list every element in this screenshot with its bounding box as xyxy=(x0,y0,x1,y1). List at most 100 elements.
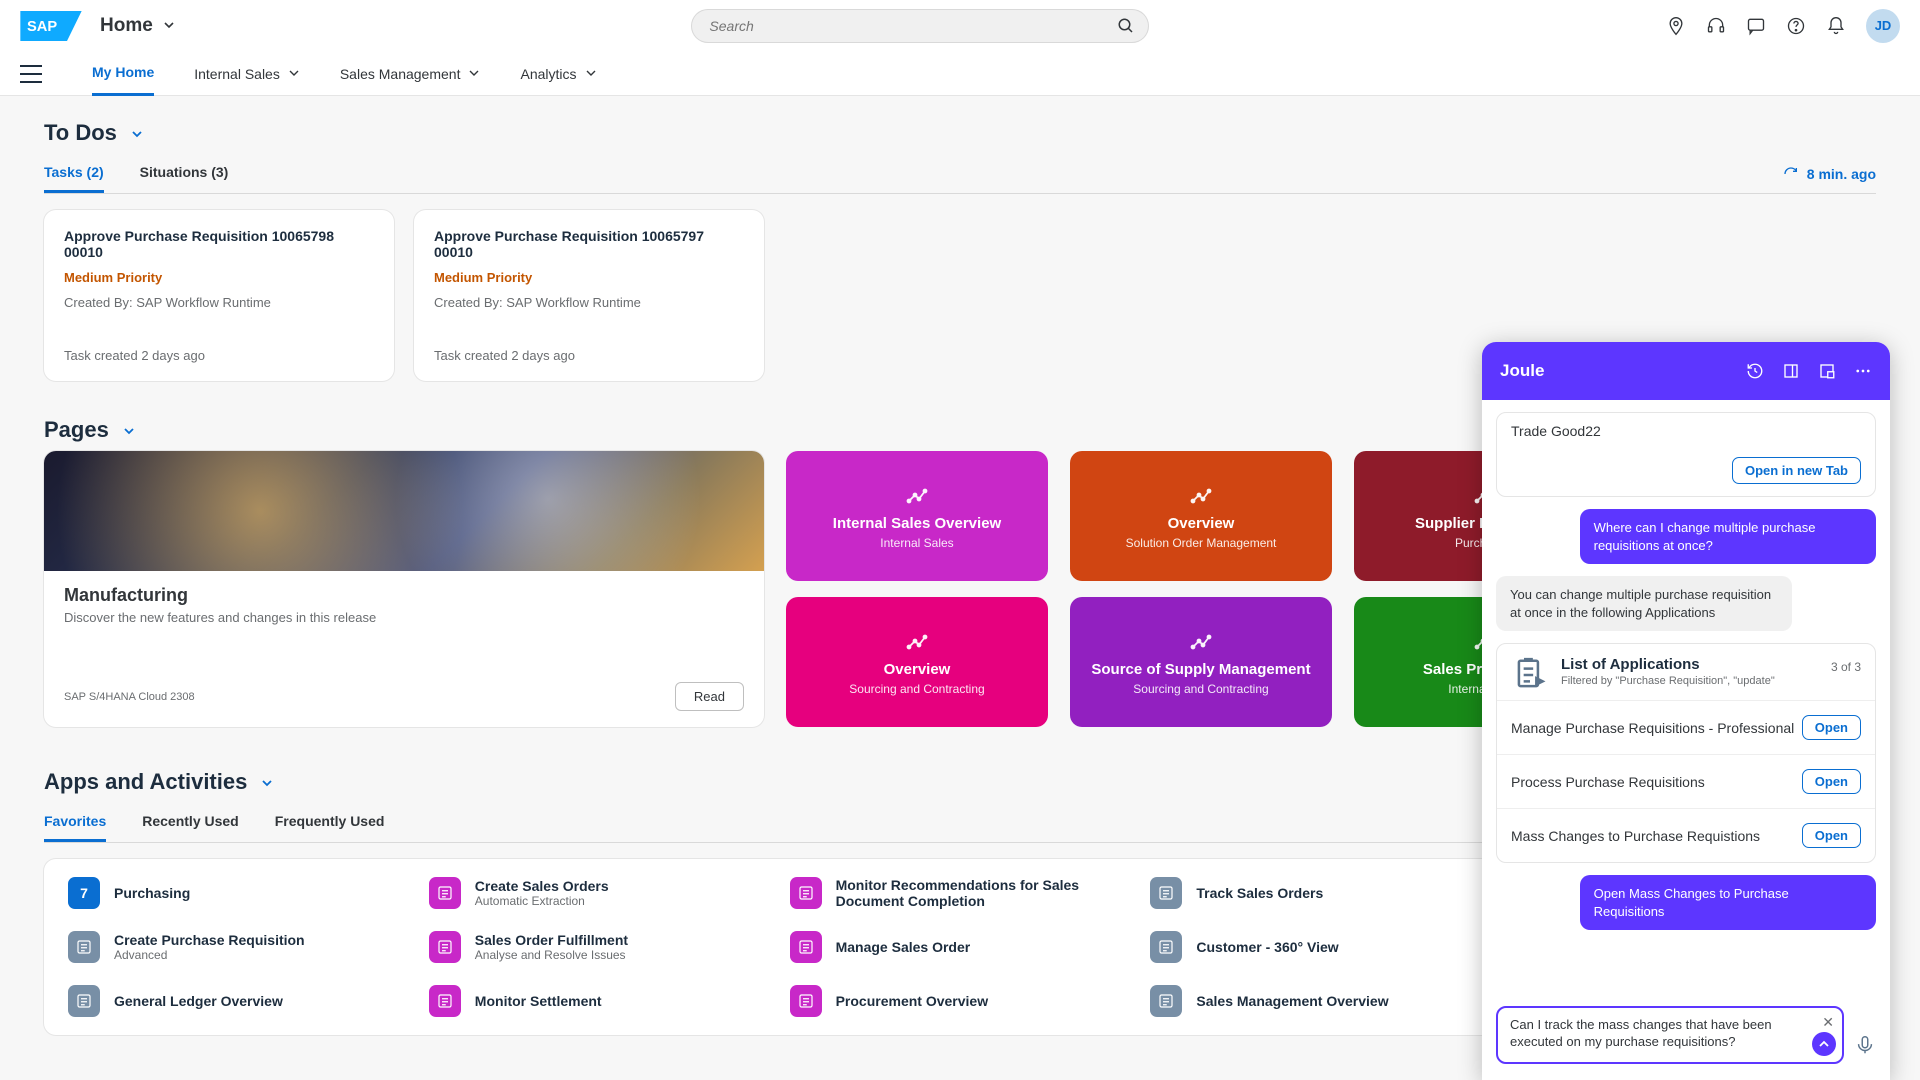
app-icon xyxy=(790,931,822,963)
sap-logo[interactable]: SAP xyxy=(20,11,82,41)
clipboard-icon xyxy=(1511,656,1549,694)
mic-icon[interactable] xyxy=(1854,1034,1876,1056)
app-icon xyxy=(429,931,461,963)
app-item[interactable]: Sales Management Overview xyxy=(1150,985,1491,1017)
user-message: Open Mass Changes to Purchase Requisitio… xyxy=(1580,875,1876,930)
joule-list-item: Process Purchase RequisitionsOpen xyxy=(1497,754,1875,808)
nav-sales-management[interactable]: Sales Management xyxy=(340,52,481,96)
app-item[interactable]: General Ledger Overview xyxy=(68,985,409,1017)
tab-favorites[interactable]: Favorites xyxy=(44,803,106,842)
app-title: General Ledger Overview xyxy=(114,993,283,1009)
chart-icon xyxy=(1189,629,1213,653)
bell-icon[interactable] xyxy=(1826,16,1846,36)
app-item[interactable]: Customer - 360° View xyxy=(1150,931,1491,963)
joule-list-item: Mass Changes to Purchase RequistionsOpen xyxy=(1497,808,1875,862)
task-title: Approve Purchase Requisition 10065797 00… xyxy=(434,228,744,260)
joule-input-wrap[interactable]: ✕ xyxy=(1496,1006,1844,1064)
read-button[interactable]: Read xyxy=(675,682,744,711)
app-title: Procurement Overview xyxy=(836,993,989,1009)
app-item[interactable]: Track Sales Orders xyxy=(1150,877,1491,909)
open-button[interactable]: Open xyxy=(1802,823,1861,848)
feature-image xyxy=(44,451,764,571)
nav-analytics[interactable]: Analytics xyxy=(520,52,596,96)
app-item[interactable]: Create Purchase RequisitionAdvanced xyxy=(68,931,409,963)
feature-title: Manufacturing xyxy=(64,585,744,606)
user-message: Where can I change multiple purchase req… xyxy=(1580,509,1876,564)
app-icon xyxy=(1150,877,1182,909)
joule-input[interactable] xyxy=(1510,1016,1806,1051)
tab-tasks[interactable]: Tasks (2) xyxy=(44,154,104,193)
tab-situations[interactable]: Situations (3) xyxy=(140,154,229,193)
app-icon xyxy=(1150,931,1182,963)
app-title: Sales Order Fulfillment xyxy=(475,932,628,948)
history-icon[interactable] xyxy=(1746,362,1764,380)
bot-message: You can change multiple purchase requisi… xyxy=(1496,576,1792,631)
tile-title: Internal Sales Overview xyxy=(833,515,1001,532)
nav-internal-sales[interactable]: Internal Sales xyxy=(194,52,300,96)
app-title: Create Purchase Requisition xyxy=(114,932,305,948)
chevron-down-icon xyxy=(123,417,137,443)
tab-recently-used[interactable]: Recently Used xyxy=(142,803,238,842)
chat-icon[interactable] xyxy=(1746,16,1766,36)
task-priority: Medium Priority xyxy=(64,270,374,285)
menu-button[interactable] xyxy=(20,65,42,83)
page-tile[interactable]: Source of Supply Management Sourcing and… xyxy=(1070,597,1332,727)
app-icon xyxy=(68,985,100,1017)
app-subtitle: Advanced xyxy=(114,948,305,962)
feature-version: SAP S/4HANA Cloud 2308 xyxy=(64,691,195,703)
app-item[interactable]: Create Sales OrdersAutomatic Extraction xyxy=(429,877,770,909)
chart-icon xyxy=(905,629,929,653)
app-title: Monitor Recommendations for Sales Docume… xyxy=(836,877,1131,909)
app-icon xyxy=(790,877,822,909)
joule-title: Joule xyxy=(1500,361,1544,381)
app-item[interactable]: Sales Order FulfillmentAnalyse and Resol… xyxy=(429,931,770,963)
task-card[interactable]: Approve Purchase Requisition 10065798 00… xyxy=(44,210,394,381)
app-title: Sales Management Overview xyxy=(1196,993,1388,1009)
open-button[interactable]: Open xyxy=(1802,769,1861,794)
headset-icon[interactable] xyxy=(1706,16,1726,36)
expand-icon[interactable] xyxy=(1782,362,1800,380)
location-icon[interactable] xyxy=(1666,16,1686,36)
tile-title: Overview xyxy=(884,661,951,678)
page-tile[interactable]: Internal Sales Overview Internal Sales xyxy=(786,451,1048,581)
more-icon[interactable] xyxy=(1854,362,1872,380)
tab-frequently-used[interactable]: Frequently Used xyxy=(275,803,385,842)
open-button[interactable]: Open xyxy=(1802,715,1861,740)
tile-subtitle: Sourcing and Contracting xyxy=(849,682,984,696)
help-icon[interactable] xyxy=(1786,16,1806,36)
list-item-label: Process Purchase Requisitions xyxy=(1511,773,1802,791)
task-created-by: Created By: SAP Workflow Runtime xyxy=(64,295,374,310)
open-in-new-tab-button[interactable]: Open in new Tab xyxy=(1732,457,1861,484)
nav-my-home[interactable]: My Home xyxy=(92,52,154,96)
send-button[interactable] xyxy=(1812,1032,1836,1056)
page-tile[interactable]: Overview Solution Order Management xyxy=(1070,451,1332,581)
tile-subtitle: Solution Order Management xyxy=(1126,536,1277,550)
search-input[interactable] xyxy=(691,9,1149,43)
task-timestamp: Task created 2 days ago xyxy=(64,348,374,363)
app-title: Customer - 360° View xyxy=(1196,939,1338,955)
todos-title[interactable]: To Dos xyxy=(44,120,1876,146)
page-tile[interactable]: Overview Sourcing and Contracting xyxy=(786,597,1048,727)
search-icon[interactable] xyxy=(1117,17,1135,38)
list-item-label: Manage Purchase Requisitions - Professio… xyxy=(1511,719,1802,737)
popout-icon[interactable] xyxy=(1818,362,1836,380)
joule-list-card: List of Applications Filtered by "Purcha… xyxy=(1496,643,1876,863)
clear-input-icon[interactable]: ✕ xyxy=(1822,1014,1834,1031)
avatar[interactable]: JD xyxy=(1866,9,1900,43)
app-item[interactable]: 7Purchasing xyxy=(68,877,409,909)
app-title: Purchasing xyxy=(114,885,190,901)
app-item[interactable]: Monitor Recommendations for Sales Docume… xyxy=(790,877,1131,909)
feature-subtitle: Discover the new features and changes in… xyxy=(64,610,744,625)
joule-panel: Joule Trade Good22 Open in new Tab Where… xyxy=(1482,342,1890,1080)
task-card[interactable]: Approve Purchase Requisition 10065797 00… xyxy=(414,210,764,381)
tile-subtitle: Sourcing and Contracting xyxy=(1133,682,1268,696)
chevron-down-icon xyxy=(163,15,175,37)
app-item[interactable]: Procurement Overview xyxy=(790,985,1131,1017)
app-icon xyxy=(790,985,822,1017)
refresh-button[interactable]: 8 min. ago xyxy=(1783,166,1876,182)
app-item[interactable]: Manage Sales Order xyxy=(790,931,1131,963)
app-item[interactable]: Monitor Settlement xyxy=(429,985,770,1017)
feature-card[interactable]: Manufacturing Discover the new features … xyxy=(44,451,764,727)
app-subtitle: Analyse and Resolve Issues xyxy=(475,948,628,962)
home-dropdown[interactable]: Home xyxy=(100,15,175,37)
